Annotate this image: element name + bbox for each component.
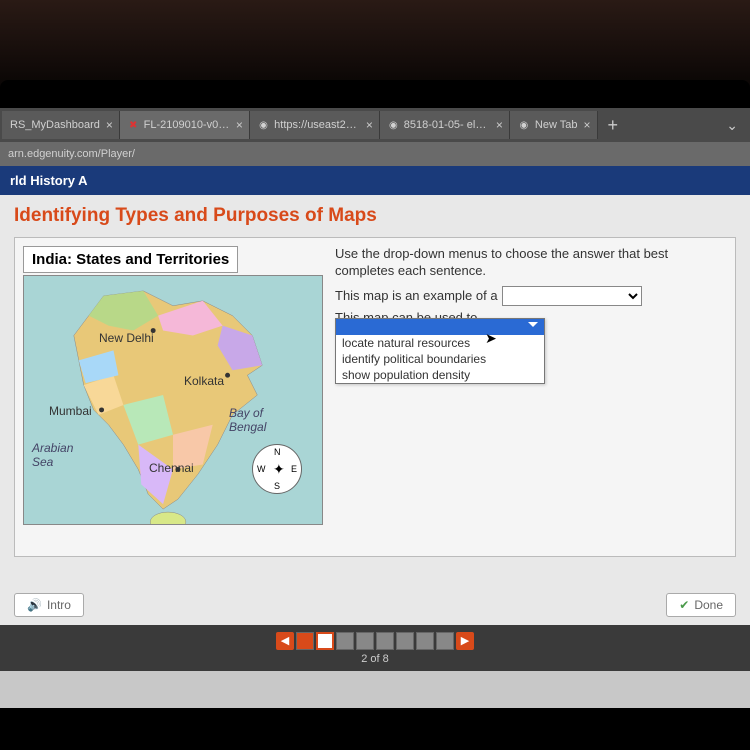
browser-tab-bar: RS_MyDashboard × ✖ FL-2109010-v05-M/ × ◉… <box>0 108 750 142</box>
dropdown-option[interactable]: show population density <box>336 367 544 383</box>
dropdown-option[interactable]: locate natural resources <box>336 335 544 351</box>
page-indicator[interactable] <box>416 632 434 650</box>
course-header: rld History A <box>0 166 750 195</box>
city-label: New Delhi <box>99 331 154 345</box>
tab-title: 8518-01-05- elevati <box>404 119 490 131</box>
dropdown-map-type[interactable] <box>502 286 642 306</box>
page-indicator[interactable] <box>316 632 334 650</box>
browser-tab[interactable]: RS_MyDashboard × <box>2 111 120 139</box>
address-bar[interactable]: arn.edgenuity.com/Player/ <box>0 142 750 166</box>
url-text: arn.edgenuity.com/Player/ <box>8 148 135 160</box>
close-icon[interactable]: × <box>584 118 591 132</box>
close-icon[interactable]: × <box>236 118 243 132</box>
browser-tab[interactable]: ◉ New Tab × <box>510 111 598 139</box>
sea-label: Arabian Sea <box>32 441 73 469</box>
page-indicator[interactable] <box>436 632 454 650</box>
prev-button[interactable]: ◀ <box>276 632 294 650</box>
city-label: Mumbai <box>49 404 92 418</box>
dropdown-map-purpose-open[interactable]: locate natural resources identify politi… <box>335 318 545 384</box>
browser-tab[interactable]: ◉ https://useast2-ww × <box>250 111 380 139</box>
page-count: 2 of 8 <box>361 653 389 665</box>
question-text: This map is an example of a <box>335 288 498 303</box>
india-map: New Delhi Kolkata Mumbai Chennai Arabian… <box>23 275 323 525</box>
next-button[interactable]: ▶ <box>456 632 474 650</box>
question-column: Use the drop-down menus to choose the an… <box>335 246 727 548</box>
check-icon: ✔ <box>679 598 689 612</box>
lesson-title: Identifying Types and Purposes of Maps <box>14 205 736 227</box>
tab-favicon: ◉ <box>258 119 269 131</box>
page-indicator[interactable] <box>376 632 394 650</box>
tab-favicon: ✖ <box>128 119 139 131</box>
browser-tab[interactable]: ✖ FL-2109010-v05-M/ × <box>120 111 250 139</box>
map-title: India: States and Territories <box>23 246 238 273</box>
compass-rose: N S E W ✦ <box>252 444 302 494</box>
tab-title: https://useast2-ww <box>274 119 360 131</box>
city-label: Chennai <box>149 461 194 475</box>
tab-title: RS_MyDashboard <box>10 119 100 131</box>
close-icon[interactable]: × <box>496 118 503 132</box>
activity-panel: India: States and Territories <box>14 237 736 557</box>
speaker-icon: 🔊 <box>27 598 42 612</box>
close-icon[interactable]: × <box>366 118 373 132</box>
tab-title: FL-2109010-v05-M/ <box>144 119 230 131</box>
lesson-content: Identifying Types and Purposes of Maps I… <box>0 195 750 625</box>
page-indicator[interactable] <box>336 632 354 650</box>
tab-overflow-icon[interactable]: ⌄ <box>714 117 750 134</box>
done-button[interactable]: ✔ Done <box>666 593 736 617</box>
tab-favicon: ◉ <box>388 119 399 131</box>
city-label: Kolkata <box>184 374 224 388</box>
dropdown-selected-blank[interactable] <box>336 319 544 335</box>
sea-label: Bay of Bengal <box>229 406 266 434</box>
page-indicator[interactable] <box>296 632 314 650</box>
close-icon[interactable]: × <box>106 118 113 132</box>
pager-bar: ◀ ▶ 2 of 8 <box>0 625 750 671</box>
instruction-text: Use the drop-down menus to choose the an… <box>335 246 727 280</box>
page-indicator[interactable] <box>396 632 414 650</box>
tab-favicon: ◉ <box>518 119 530 131</box>
tab-title: New Tab <box>535 119 578 131</box>
page-indicator[interactable] <box>356 632 374 650</box>
dropdown-option[interactable]: identify political boundaries <box>336 351 544 367</box>
intro-button[interactable]: 🔊 Intro <box>14 593 84 617</box>
new-tab-button[interactable]: + <box>598 115 629 136</box>
browser-tab[interactable]: ◉ 8518-01-05- elevati × <box>380 111 510 139</box>
